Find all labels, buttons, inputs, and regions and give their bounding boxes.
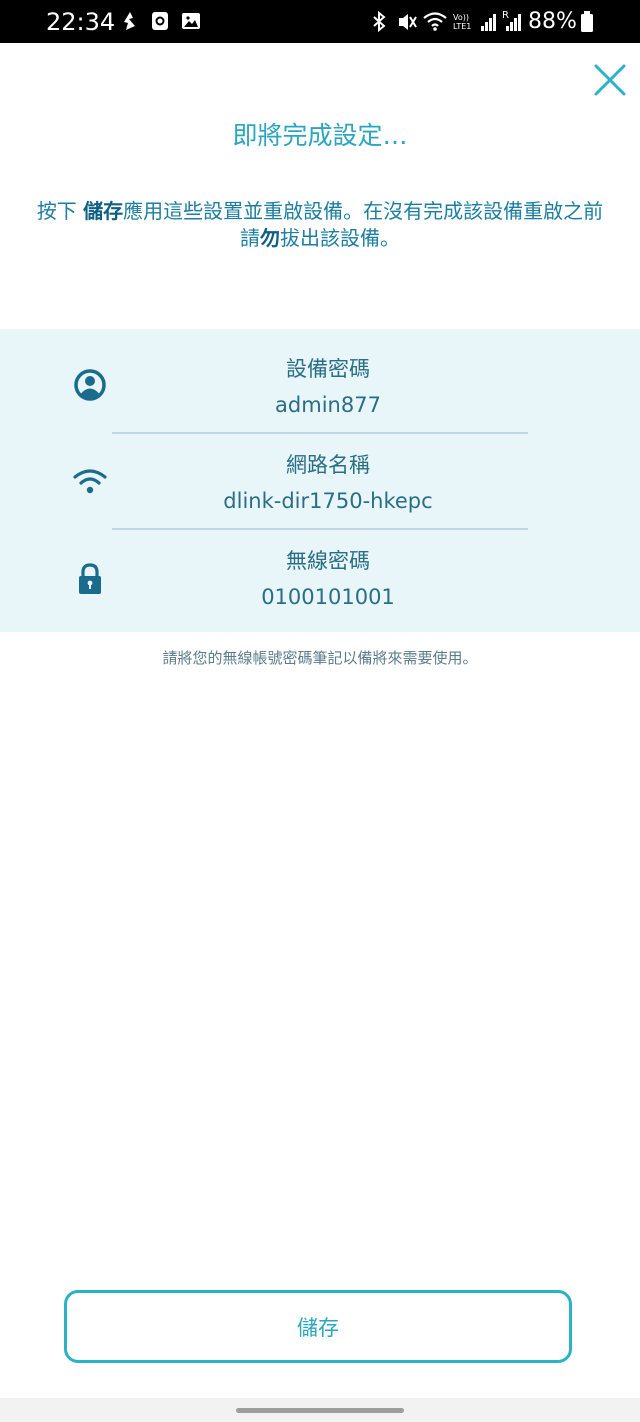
page-title: 即將完成設定… [232, 121, 408, 150]
network-name-row: 網路名稱 dlink-dir1750-hkepc [0, 425, 640, 521]
device-password-value: admin877 [275, 393, 381, 417]
close-icon[interactable] [590, 60, 630, 100]
instructions-part3: 拔出該設備。 [280, 226, 400, 250]
signal-icon [481, 14, 496, 31]
battery-icon [581, 11, 593, 32]
status-time: 22:34 [46, 8, 116, 36]
bluetooth-icon [373, 10, 386, 33]
wireless-password-label: 無線密碼 [286, 549, 370, 573]
battery-percent: 88% [528, 9, 577, 34]
notification-icon [124, 12, 135, 30]
instructions-text: 按下 儲存應用這些設置並重啟設備。在沒有完成該設備重啟之前請勿拔出該設備。 [30, 198, 610, 252]
gallery-icon [182, 13, 200, 29]
device-password-label: 設備密碼 [286, 357, 370, 381]
wireless-password-value: 0100101001 [261, 585, 395, 609]
network-name-label: 網路名稱 [286, 453, 370, 477]
navigation-bar [0, 1398, 640, 1422]
user-icon [74, 369, 106, 401]
settings-summary-panel: 設備密碼 admin877 網路名稱 dlink-dir1750-hkepc 無… [0, 329, 640, 632]
device-password-row: 設備密碼 admin877 [0, 329, 640, 425]
clock-app-icon [152, 12, 168, 30]
wifi-icon [423, 12, 447, 31]
mute-icon [399, 14, 417, 30]
instructions-bold-save: 儲存 [83, 199, 124, 223]
roaming-signal-icon [506, 14, 521, 31]
wifi-icon [73, 469, 107, 494]
network-name-value: dlink-dir1750-hkepc [223, 489, 433, 513]
home-indicator[interactable] [236, 1408, 404, 1413]
note-text: 請將您的無線帳號密碼筆記以備將來需要使用。 [162, 649, 478, 667]
wireless-password-row: 無線密碼 0100101001 [0, 521, 640, 617]
save-button[interactable]: 儲存 [64, 1290, 572, 1363]
instructions-bold-dont: 勿 [260, 226, 280, 250]
instructions-part1: 按下 [36, 199, 84, 223]
status-bar: 22:34 Vo)) LTE1 R 88% [0, 0, 640, 43]
volte-label: Vo)) LTE1 [453, 13, 472, 31]
lock-icon [79, 563, 101, 594]
